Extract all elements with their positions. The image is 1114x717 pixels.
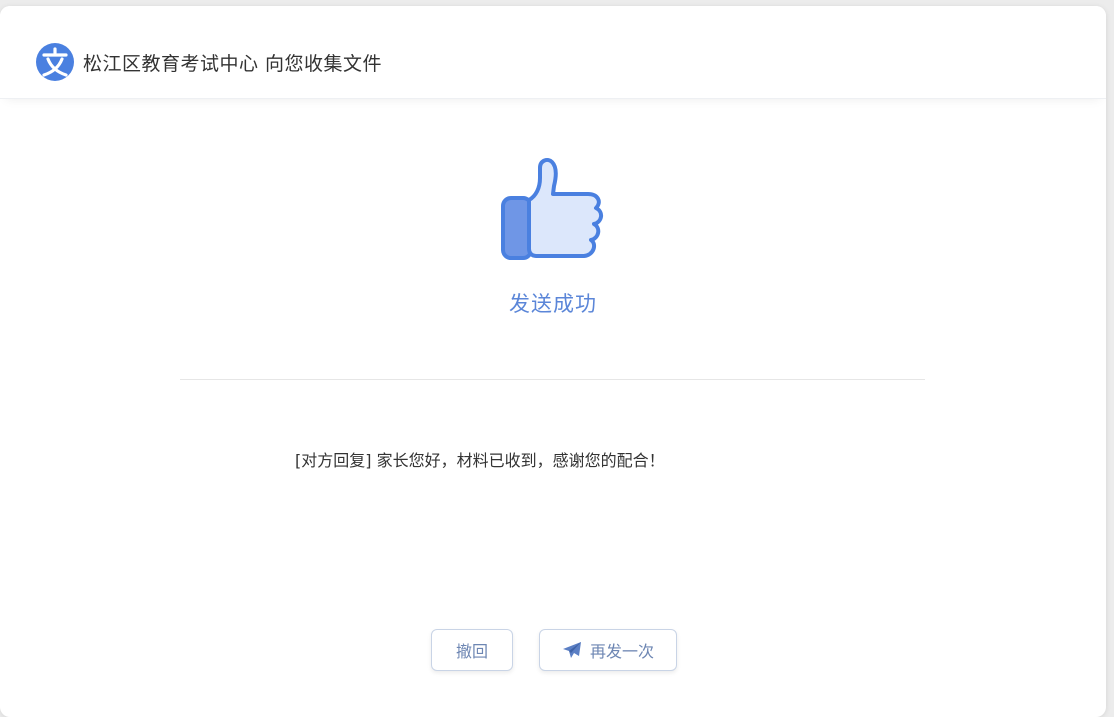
thumbs-up-icon <box>501 158 603 260</box>
wen-logo-icon <box>36 43 74 81</box>
reply-message: [对方回复] 家长您好，材料已收到，感谢您的配合！ <box>295 451 665 470</box>
header-bar: 松江区教育考试中心 向您收集文件 <box>0 6 1106 99</box>
paper-plane-icon <box>562 642 581 658</box>
header-title: 松江区教育考试中心 向您收集文件 <box>83 53 383 75</box>
resend-label: 再发一次 <box>589 642 654 661</box>
success-message: 发送成功 <box>509 292 597 316</box>
divider <box>180 379 925 380</box>
withdraw-button[interactable]: 撤回 <box>431 629 513 671</box>
withdraw-label: 撤回 <box>455 642 488 661</box>
collection-window: 松江区教育考试中心 向您收集文件 发送成功 [对方回复] 家长您好，材料已收到，… <box>0 6 1106 717</box>
resend-button[interactable]: 再发一次 <box>539 629 677 671</box>
